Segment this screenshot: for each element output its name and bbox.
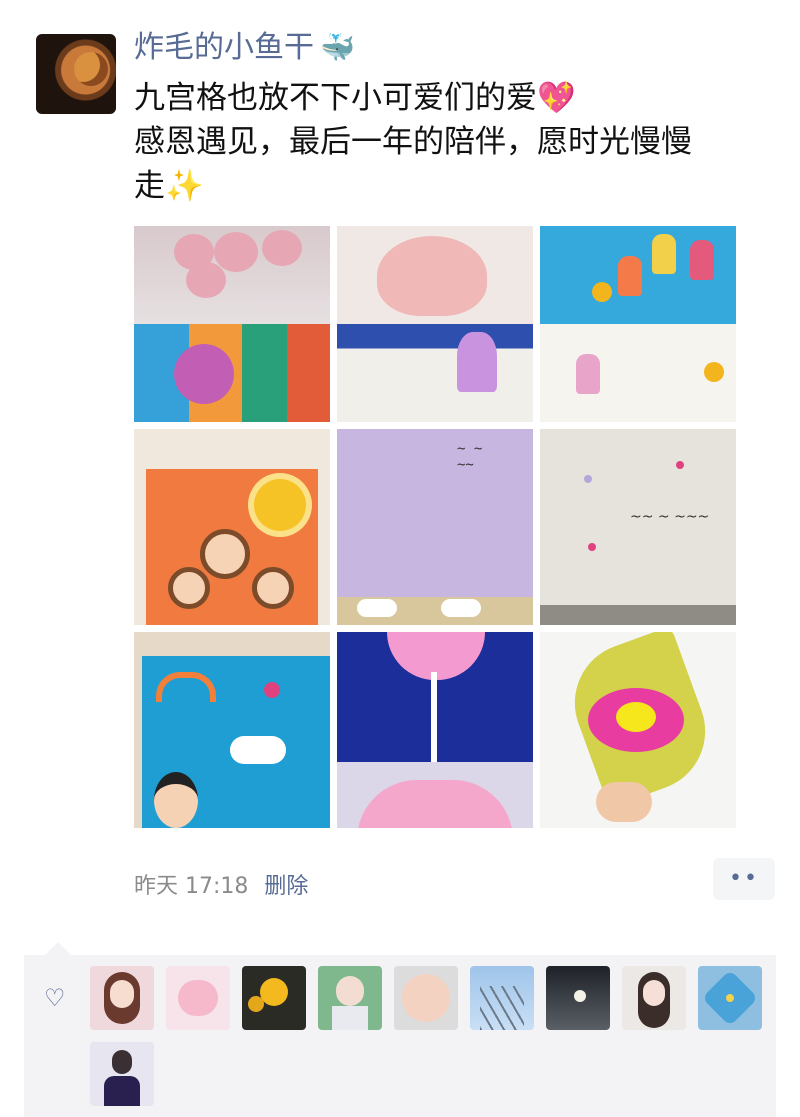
liker-5-avatar[interactable] bbox=[394, 966, 458, 1030]
author-name-text[interactable]: 炸毛的小鱼干 bbox=[134, 30, 314, 65]
photo-3[interactable] bbox=[540, 226, 736, 422]
liker-10-avatar[interactable] bbox=[90, 1042, 154, 1106]
likes-pointer bbox=[44, 942, 72, 956]
photo-6[interactable]: ~~ ~ ~~~ bbox=[540, 429, 736, 625]
liker-4-avatar[interactable] bbox=[318, 966, 382, 1030]
author-avatar[interactable] bbox=[36, 34, 116, 114]
whale-emoji: 🐳 bbox=[320, 31, 355, 64]
liker-6-avatar[interactable] bbox=[470, 966, 534, 1030]
liker-8-avatar[interactable] bbox=[622, 966, 686, 1030]
liker-9-avatar[interactable] bbox=[698, 966, 762, 1030]
photo-8[interactable] bbox=[337, 632, 533, 828]
post-text: 九宫格也放不下小可爱们的爱💖 感恩遇见，最后一年的陪伴，愿时光慢慢 走✨ bbox=[134, 76, 774, 208]
likes-panel: ♡ bbox=[24, 955, 776, 1117]
heart-outline-icon: ♡ bbox=[44, 984, 66, 1012]
liker-3-avatar[interactable] bbox=[242, 966, 306, 1030]
liker-2-avatar[interactable] bbox=[166, 966, 230, 1030]
photo-2[interactable] bbox=[337, 226, 533, 422]
sparkling-heart-emoji: 💖 bbox=[537, 80, 576, 116]
post-meta: 昨天 17:18 删除 bbox=[134, 868, 308, 900]
photo-1[interactable] bbox=[134, 226, 330, 422]
photo-5[interactable]: ~ ~ ~~ bbox=[337, 429, 533, 625]
post-time: 昨天 17:18 bbox=[134, 874, 249, 899]
more-actions-button[interactable]: •• bbox=[713, 858, 775, 900]
post-text-line-1: 九宫格也放不下小可爱们的爱 bbox=[134, 80, 537, 116]
liker-1-avatar[interactable] bbox=[90, 966, 154, 1030]
author-name[interactable]: 炸毛的小鱼干 🐳 bbox=[134, 22, 355, 66]
photo-4[interactable] bbox=[134, 429, 330, 625]
sparkles-emoji: ✨ bbox=[165, 168, 204, 204]
post-text-line-2: 感恩遇见，最后一年的陪伴，愿时光慢慢 bbox=[134, 124, 692, 160]
photo-7[interactable] bbox=[134, 632, 330, 828]
liker-7-avatar[interactable] bbox=[546, 966, 610, 1030]
photo-9[interactable] bbox=[540, 632, 736, 828]
delete-link[interactable]: 删除 bbox=[264, 874, 308, 899]
post-text-line-3: 走 bbox=[134, 168, 165, 204]
photo-grid: ~ ~ ~~ ~~ ~ ~~~ bbox=[134, 226, 736, 828]
